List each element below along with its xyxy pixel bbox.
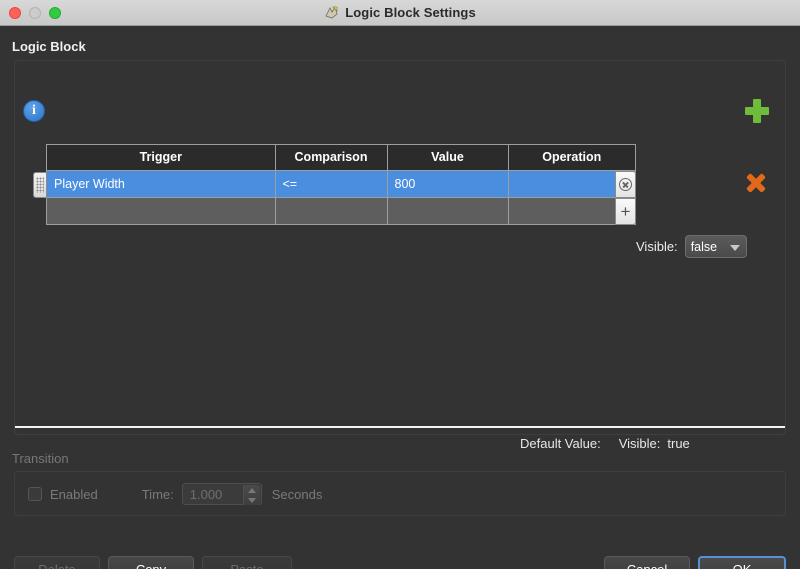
logic-rules-table-wrap: Trigger Comparison Value Operation Playe… <box>46 144 636 225</box>
chevron-down-icon <box>729 245 740 251</box>
triangle-up-icon[interactable] <box>247 487 256 493</box>
table-row[interactable]: Player Width <= 800 <box>47 170 635 197</box>
table-header-row: Trigger Comparison Value Operation <box>47 145 635 171</box>
app-star-icon <box>324 5 339 20</box>
info-icon-glyph: i <box>32 103 36 118</box>
maximize-window-button[interactable] <box>49 7 61 19</box>
delete-button[interactable]: Delete <box>14 556 100 569</box>
transition-time-label: Time: <box>141 486 174 502</box>
window-title-wrap: Logic Block Settings <box>324 5 476 20</box>
transition-time-value[interactable]: 1.000 <box>183 487 223 502</box>
add-rule-button[interactable] <box>744 98 770 124</box>
table-row[interactable] <box>47 196 635 224</box>
remove-row-button[interactable] <box>615 171 636 198</box>
visible-dropdown[interactable]: false <box>684 235 747 258</box>
add-row-button[interactable]: + <box>615 198 636 225</box>
minimize-window-button[interactable] <box>29 7 41 19</box>
copy-button[interactable]: Copy <box>108 556 194 569</box>
cell-trigger[interactable] <box>47 196 276 224</box>
info-icon[interactable]: i <box>23 100 45 122</box>
cancel-button[interactable]: Cancel <box>604 556 690 569</box>
stepper-arrows[interactable] <box>242 485 260 505</box>
triangle-down-icon[interactable] <box>247 497 256 503</box>
visible-dropdown-value: false <box>690 239 718 254</box>
column-header-trigger[interactable]: Trigger <box>47 145 276 171</box>
logic-rules-table: Trigger Comparison Value Operation Playe… <box>47 145 635 224</box>
transition-enabled-checkbox[interactable] <box>28 487 42 501</box>
section-separator <box>15 426 785 428</box>
logic-block-group-label: Logic Block <box>12 39 86 54</box>
drag-handle-dots <box>36 177 44 193</box>
visible-property-row: Visible: false <box>636 235 747 258</box>
transition-controls: Enabled Time: 1.000 Seconds <box>28 483 322 505</box>
default-value-property-label: Visible: <box>618 436 661 451</box>
default-value-label: Default Value: <box>520 436 601 451</box>
default-value-row: Default Value: Visible: true <box>520 436 690 451</box>
delete-rule-button[interactable] <box>745 172 767 194</box>
window-titlebar: Logic Block Settings <box>0 0 800 26</box>
column-header-comparison[interactable]: Comparison <box>275 145 388 171</box>
cell-comparison[interactable]: <= <box>275 170 388 197</box>
visible-label: Visible: <box>636 239 678 254</box>
window-title: Logic Block Settings <box>345 5 476 20</box>
transition-time-stepper[interactable]: 1.000 <box>181 483 262 505</box>
transition-units-label: Seconds <box>271 486 323 502</box>
default-value-property-value: true <box>667 436 690 451</box>
dialog-body: Logic Block i Trigger Comparison Value O… <box>0 26 800 569</box>
close-window-button[interactable] <box>9 7 21 19</box>
default-value-property: Visible: true <box>619 436 690 451</box>
column-header-value[interactable]: Value <box>387 145 509 171</box>
transition-enabled-label: Enabled <box>50 486 98 502</box>
transition-group-label: Transition <box>12 451 69 466</box>
plus-icon: + <box>620 202 631 221</box>
column-header-operation[interactable]: Operation <box>508 145 635 171</box>
circle-x-icon <box>619 178 632 191</box>
ok-button[interactable]: OK <box>698 556 786 569</box>
cell-comparison[interactable] <box>275 196 388 224</box>
cell-value[interactable]: 800 <box>387 170 509 197</box>
cell-value[interactable] <box>387 196 509 224</box>
cell-trigger[interactable]: Player Width <box>47 170 276 197</box>
drag-handle-icon[interactable] <box>33 172 47 198</box>
paste-button[interactable]: Paste <box>202 556 292 569</box>
window-controls <box>9 7 61 19</box>
